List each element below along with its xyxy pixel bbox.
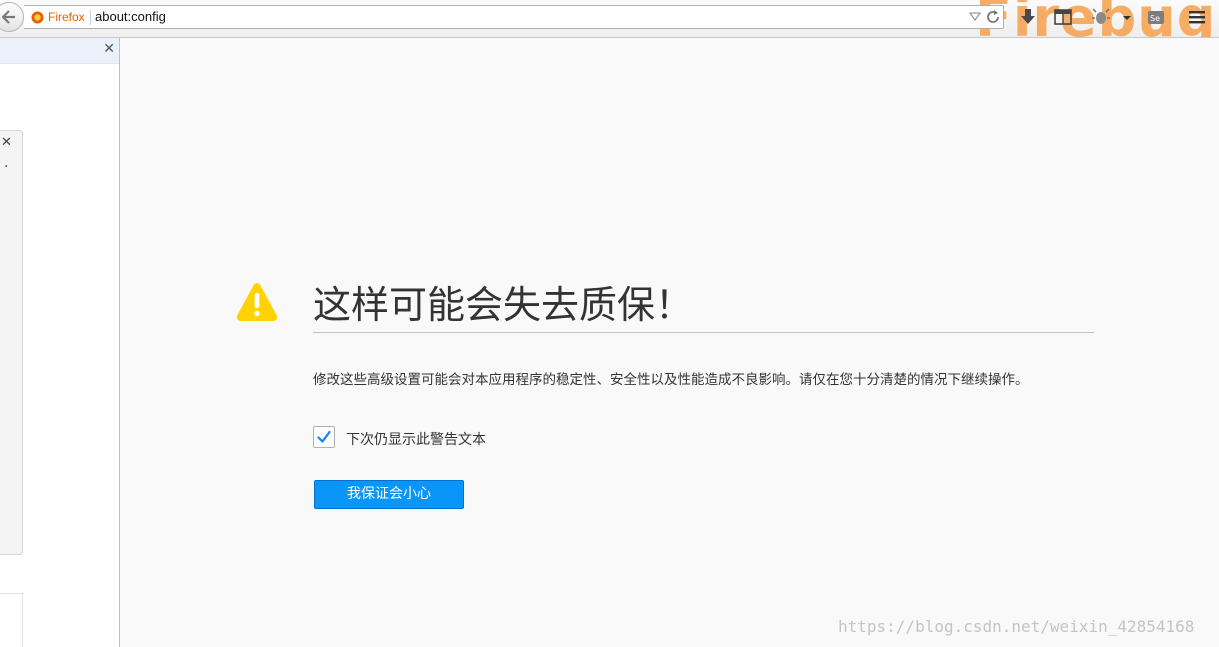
- history-dropmarker-icon[interactable]: [969, 12, 981, 22]
- side-panel-close-icon[interactable]: ✕: [1, 135, 12, 150]
- selenium-icon[interactable]: Se: [1145, 6, 1167, 28]
- sidebar-header: ✕: [0, 38, 119, 64]
- sidebar-divider: [0, 593, 24, 594]
- back-button[interactable]: [0, 2, 24, 32]
- svg-text:Se: Se: [1150, 14, 1160, 23]
- url-text[interactable]: about:config: [95, 9, 166, 24]
- warning-title: 这样可能会失去质保！: [313, 283, 694, 327]
- navigation-toolbar: Firebug Firefox about:config Se: [0, 0, 1219, 38]
- firefox-logo-icon: [31, 11, 44, 24]
- title-rule: [313, 332, 1094, 333]
- sidebar: ✕ ✕ ·: [0, 38, 120, 647]
- url-bar[interactable]: Firefox about:config: [24, 5, 1004, 29]
- side-panel: ✕ ·: [0, 130, 23, 555]
- sidebar-close-icon[interactable]: ✕: [103, 41, 115, 57]
- downloads-icon[interactable]: [1017, 6, 1039, 28]
- side-panel-dot: ·: [4, 159, 9, 175]
- sidebar-toggle-icon[interactable]: [1052, 6, 1074, 28]
- identity-label[interactable]: Firefox: [48, 10, 85, 24]
- sidebar-strip: [22, 594, 23, 647]
- checkmark-icon: [317, 430, 331, 443]
- back-arrow-icon: [2, 10, 15, 24]
- warning-icon: [236, 283, 278, 321]
- watermark-text: https://blog.csdn.net/weixin_42854168: [838, 617, 1195, 636]
- show-warning-label[interactable]: 下次仍显示此警告文本: [346, 429, 486, 449]
- url-separator: [90, 10, 91, 25]
- firebug-dropdown-icon[interactable]: [1116, 6, 1138, 28]
- accept-risk-button[interactable]: 我保证会小心: [314, 480, 464, 509]
- warning-description: 修改这些高级设置可能会对本应用程序的稳定性、安全性以及性能造成不良影响。请仅在您…: [313, 372, 1029, 388]
- firebug-icon[interactable]: [1090, 6, 1112, 28]
- menu-icon[interactable]: [1186, 6, 1208, 28]
- reload-icon[interactable]: [985, 9, 1001, 25]
- show-warning-checkbox[interactable]: [313, 426, 335, 448]
